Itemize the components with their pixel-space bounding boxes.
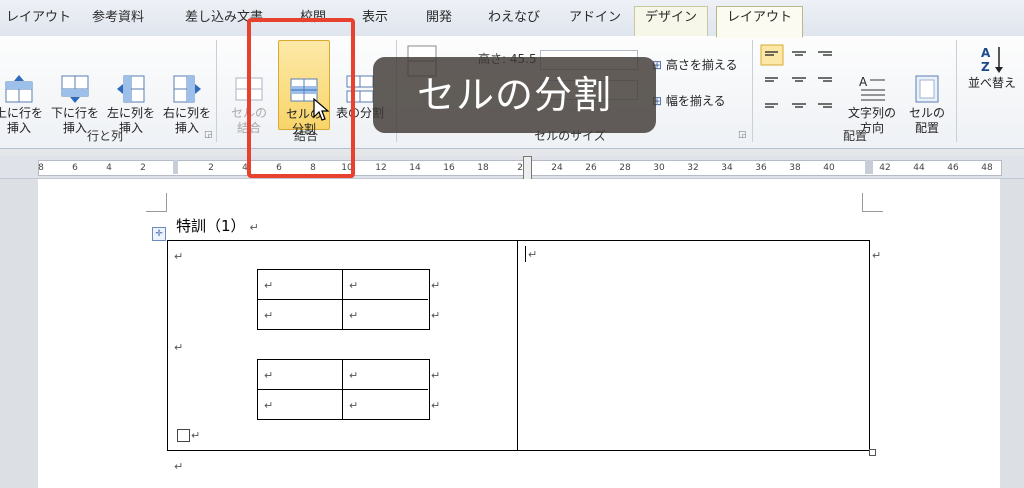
inner-table-col-line xyxy=(342,269,343,329)
group-label-alignment: 配置 xyxy=(842,129,867,143)
text-direction-button[interactable]: A 文字列の 方向 xyxy=(838,44,906,136)
horizontal-ruler[interactable]: 8642246810121416182224262830323436384042… xyxy=(0,156,1024,180)
mouse-pointer-icon xyxy=(313,97,330,126)
sort-icon: AZ xyxy=(977,44,1007,74)
ruler-number: 30 xyxy=(653,163,665,173)
ruler-number: 28 xyxy=(619,163,631,173)
ruler-number: 12 xyxy=(375,163,387,173)
tab-layout-page[interactable]: レイアウト xyxy=(6,6,71,25)
group-separator xyxy=(752,40,753,142)
inner-table-col-line xyxy=(342,359,343,419)
group-separator xyxy=(956,40,957,142)
group-separator xyxy=(216,40,217,142)
tab-table-design[interactable]: デザイン xyxy=(634,6,709,37)
crop-mark xyxy=(146,193,167,212)
ruler-number: 40 xyxy=(823,163,835,173)
text-direction-icon: A xyxy=(857,59,887,101)
insert-row-below-icon xyxy=(60,59,90,103)
ruler-number: 14 xyxy=(409,163,421,173)
ribbon-tab-bar: レイアウト 参考資料 差し込み文書 校閲 表示 開発 わえなび アドイン デザイ… xyxy=(0,0,1024,38)
ruler-gap xyxy=(173,160,178,174)
ruler-number: 48 xyxy=(981,163,993,173)
group-label-rows-columns: 行と列 xyxy=(86,129,123,143)
svg-text:A: A xyxy=(859,75,868,89)
highlight-frame xyxy=(247,18,355,178)
tab-table-layout[interactable]: レイアウト xyxy=(716,6,804,38)
insert-column-right-icon xyxy=(172,59,202,103)
ruler-number: 26 xyxy=(585,163,597,173)
cell-margins-icon xyxy=(912,59,942,103)
ruler-number: 24 xyxy=(551,163,563,173)
distribute-columns-button[interactable]: ⊞ 幅を揃える xyxy=(652,92,726,109)
distribute-rows-button[interactable]: ⊞ 高さを揃える xyxy=(652,56,738,73)
ruler-number: 34 xyxy=(721,163,733,173)
ruler-number: 18 xyxy=(477,163,489,173)
caption-overlay: セルの分割 xyxy=(373,57,656,133)
cell-margins-button[interactable]: セルの 配置 xyxy=(902,44,952,136)
insert-row-above-button[interactable]: 上に行を 挿入 xyxy=(0,44,46,136)
ruler-number: 38 xyxy=(789,163,801,173)
ruler-number: 6 xyxy=(72,163,78,173)
svg-text:A: A xyxy=(981,46,991,60)
tab-developer[interactable]: 開発 xyxy=(426,6,452,25)
dialog-launcher-icon[interactable]: ◲ xyxy=(738,130,747,140)
ruler-number: 16 xyxy=(443,163,455,173)
crop-mark xyxy=(862,193,883,212)
document-heading: 特訓（1） ↵ xyxy=(176,217,259,235)
ruler-number: 4 xyxy=(106,163,112,173)
column-marker[interactable] xyxy=(523,156,532,180)
ruler-number: 46 xyxy=(947,163,959,173)
insert-column-left-button[interactable]: 左に列を 挿入 xyxy=(104,44,158,136)
table-resize-handle-icon[interactable] xyxy=(869,449,876,456)
ruler-number: 2 xyxy=(208,163,214,173)
svg-text:Z: Z xyxy=(981,60,990,74)
insert-row-above-icon xyxy=(4,59,34,103)
ruler-number: 36 xyxy=(755,163,767,173)
insert-column-left-icon xyxy=(116,59,146,103)
ruler-number: 42 xyxy=(879,163,891,173)
text-cursor xyxy=(525,246,526,262)
tab-wae-navi[interactable]: わえなび xyxy=(488,6,540,25)
outer-table-divider xyxy=(517,240,518,451)
tab-references[interactable]: 参考資料 xyxy=(92,6,144,25)
checkbox-icon xyxy=(177,429,190,442)
document-page[interactable]: ✛ 特訓（1） ↵ ↵ ↵ ↵ ↵ ↵ ↵ ↵ ↵ ↵ ↵ ↵ ↵ ↵ ↵ ↵ ↵… xyxy=(38,179,1000,488)
ruler-number: 44 xyxy=(913,163,925,173)
ruler-number: 2 xyxy=(140,163,146,173)
insert-column-right-button[interactable]: 右に列を 挿入 xyxy=(160,44,214,136)
tab-view[interactable]: 表示 xyxy=(362,6,388,25)
dialog-launcher-icon[interactable]: ◲ xyxy=(204,130,213,140)
tab-addins[interactable]: アドイン xyxy=(569,6,621,25)
alignment-grid xyxy=(760,42,840,122)
insert-row-below-button[interactable]: 下に行を 挿入 xyxy=(48,44,102,136)
sort-button[interactable]: AZ 並べ替え xyxy=(960,44,1024,91)
ruler-number: 32 xyxy=(687,163,699,173)
ruler-number: 8 xyxy=(38,163,44,173)
table-move-handle-icon[interactable]: ✛ xyxy=(152,227,166,241)
column-marker[interactable] xyxy=(865,160,873,174)
